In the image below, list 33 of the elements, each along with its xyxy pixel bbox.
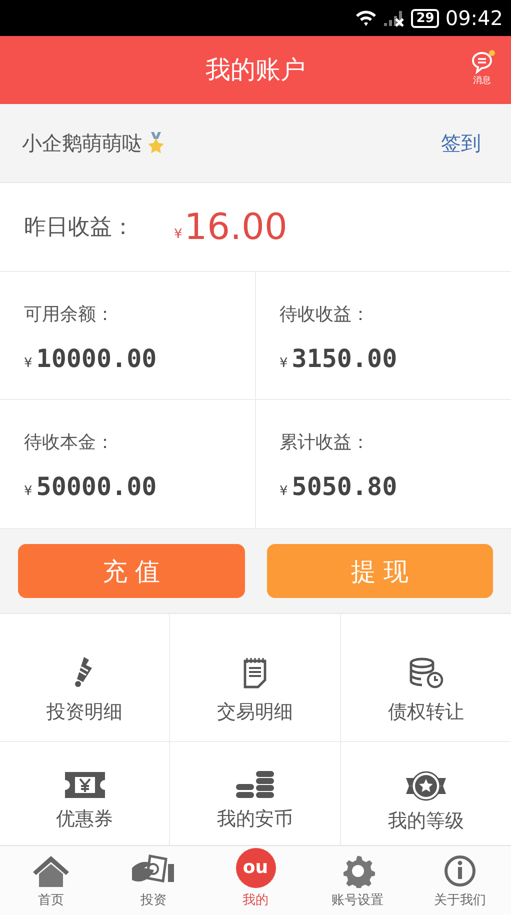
messages-button[interactable]: 消息 xyxy=(469,50,495,87)
balance-amount: 5050.80 xyxy=(292,472,398,501)
balance-label: 待收收益： xyxy=(280,303,370,326)
menu-item[interactable]: 优惠券 xyxy=(56,806,114,832)
balance-amount: 3150.00 xyxy=(292,344,398,373)
menu-item[interactable]: 投资明细 xyxy=(46,699,123,725)
menu-item[interactable]: 我的等级 xyxy=(388,808,464,834)
menu-item[interactable]: 交易明细 xyxy=(216,699,293,725)
balance-label: 累计收益： xyxy=(280,431,370,454)
battery-level: 29 xyxy=(411,8,440,28)
nav-tab[interactable]: 账号设置 xyxy=(306,846,409,915)
nav-tab[interactable]: ou 我的 xyxy=(204,846,307,915)
logo-badge: ou xyxy=(236,848,276,888)
currency-symbol: ¥ xyxy=(24,356,32,371)
currency-symbol: ¥ xyxy=(174,227,182,242)
nav-tab[interactable]: 投资 xyxy=(102,846,204,915)
currency-symbol: ¥ xyxy=(280,356,288,371)
user-name: 小企鹅萌萌哒 xyxy=(22,130,142,156)
balance-label: 可用余额： xyxy=(24,303,115,326)
currency-symbol: ¥ xyxy=(280,484,288,499)
yesterday-earnings-label: 昨日收益： xyxy=(24,214,134,242)
nav-tab[interactable]: 首页 xyxy=(0,846,102,915)
balance-amount: 50000.00 xyxy=(36,472,157,501)
nav-tab[interactable]: 关于我们 xyxy=(408,846,511,915)
menu-item[interactable]: 债权转让 xyxy=(388,699,464,725)
page-title: 我的账户 xyxy=(206,54,306,86)
menu-item[interactable]: 我的安币 xyxy=(216,806,293,832)
clock: 09:42 xyxy=(445,6,503,30)
sign-in-link[interactable]: 签到 xyxy=(441,130,481,156)
balance-label: 待收本金： xyxy=(24,431,115,454)
yesterday-earnings-amount: 16.00 xyxy=(184,206,288,248)
balance-amount: 10000.00 xyxy=(36,344,157,373)
currency-symbol: ¥ xyxy=(24,484,32,499)
